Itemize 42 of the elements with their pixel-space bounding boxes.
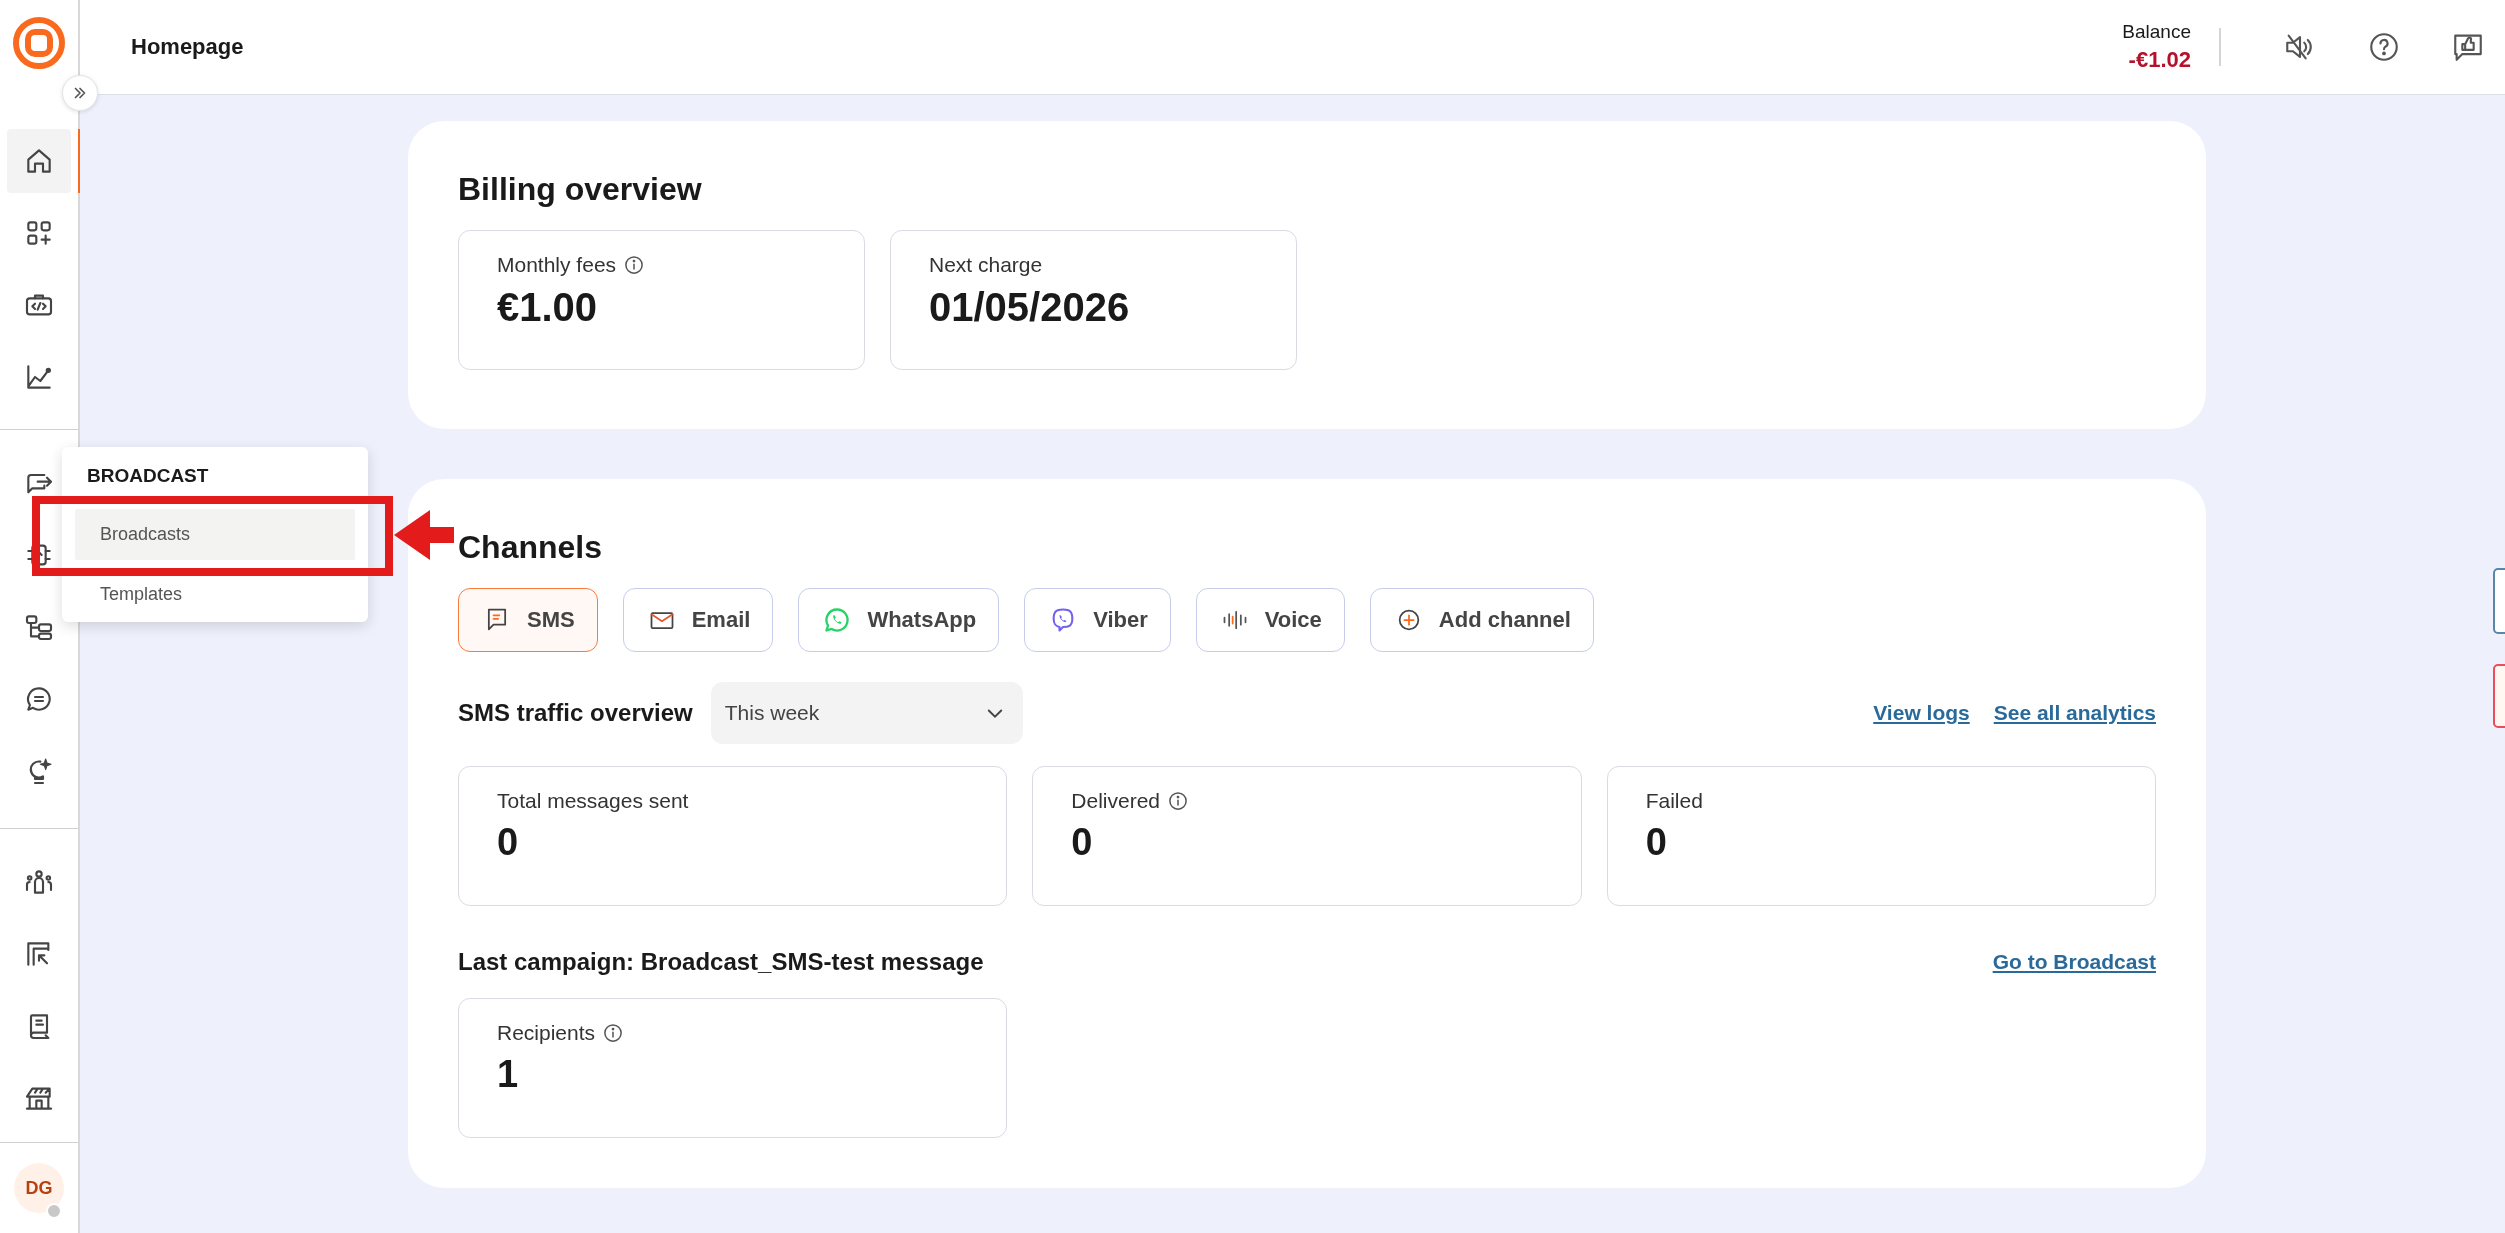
period-dropdown[interactable]: This week (710, 682, 1023, 744)
page-title: Homepage (131, 34, 244, 60)
stat-value: 1 (497, 1053, 520, 1096)
info-icon[interactable] (624, 255, 645, 275)
section-title: Channels (458, 529, 604, 566)
section-subtitle: SMS traffic overview (458, 699, 693, 727)
channel-button[interactable]: Add channel (1369, 588, 1594, 652)
avatar[interactable]: DG (14, 1163, 64, 1213)
logo-icon (13, 17, 65, 69)
stat-label: Total messages sent (497, 789, 689, 813)
stat-label: Recipients (497, 1021, 596, 1045)
channel-button[interactable]: WhatsApp (798, 588, 1000, 652)
stat-label: Failed (1645, 789, 1703, 813)
menu-heading: BROADCAST (86, 465, 210, 487)
section-subtitle: Last campaign: Broadcast_SMS-test message (458, 948, 984, 976)
stat-value: €1.00 (497, 285, 599, 330)
channel-button[interactable]: SMS (458, 588, 598, 652)
status-dot (46, 1203, 62, 1219)
text-link[interactable]: Go to Broadcast (1992, 950, 2156, 974)
menu-item[interactable]: Templates (75, 580, 355, 609)
expand-sidebar-button[interactable] (62, 75, 98, 111)
balance-value: -€1.02 (2128, 47, 2191, 73)
stat-value: 0 (1071, 821, 1094, 864)
channel-button[interactable]: Email (622, 588, 774, 652)
channel-button[interactable]: Viber (1024, 588, 1171, 652)
section-title: Billing overview (458, 171, 703, 208)
menu-item[interactable]: Broadcasts (75, 509, 355, 560)
stat-value: 01/05/2026 (929, 285, 1131, 330)
channel-button[interactable]: Voice (1195, 588, 1345, 652)
text-link[interactable]: View logs (1873, 701, 1970, 725)
balance-label: Balance (2122, 21, 2191, 43)
info-icon[interactable] (603, 1023, 624, 1043)
text-link[interactable]: See all analytics (1993, 701, 2156, 725)
arrow (394, 510, 454, 560)
phone-bubble-icon (823, 606, 852, 634)
stat-value: 0 (1645, 821, 1668, 864)
stat-label: Monthly fees (497, 253, 617, 277)
stat-label: Next charge (929, 253, 1043, 277)
stat-label: Delivered (1071, 789, 1161, 813)
stat-value: 0 (497, 821, 520, 864)
info-icon[interactable] (1168, 791, 1189, 811)
help-icon[interactable] (2367, 30, 2401, 64)
